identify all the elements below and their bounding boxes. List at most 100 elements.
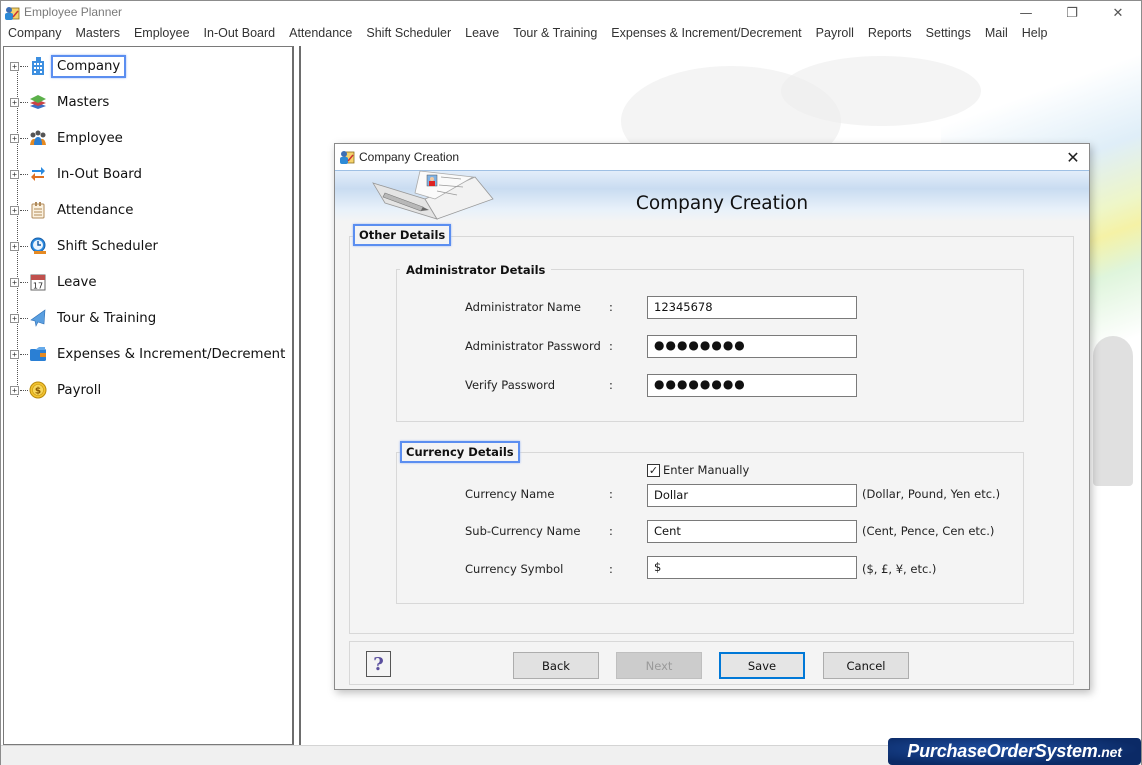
sub-currency-name-label: Sub-Currency Name — [465, 524, 581, 538]
administrator-details-legend: Administrator Details — [400, 259, 552, 281]
expand-icon[interactable]: + — [10, 313, 19, 323]
watermark-brand: PurchaseOrderSystem — [907, 741, 1098, 761]
menu-in-out-board[interactable]: In-Out Board — [197, 24, 283, 44]
app-window: Employee Planner — ❐ ✕ Company Masters E… — [0, 0, 1142, 765]
clipboard-icon — [29, 201, 47, 219]
administrator-name-input[interactable]: 12345678 — [647, 296, 857, 319]
expand-icon[interactable]: + — [10, 97, 19, 107]
enter-manually-label[interactable]: Enter Manually — [663, 463, 749, 477]
tree-connector — [20, 317, 28, 319]
tree-item-expenses[interactable]: + Expenses & Increment/Decrement — [10, 342, 291, 366]
expand-icon[interactable]: + — [10, 169, 19, 179]
tree-item-employee[interactable]: + Employee — [10, 126, 129, 150]
person-silhouette-decoration — [1093, 336, 1133, 486]
dollar-coin-icon: $ — [29, 381, 47, 399]
other-details-legend: Other Details — [353, 224, 452, 246]
tree-connector — [20, 281, 28, 283]
menu-shift-scheduler[interactable]: Shift Scheduler — [359, 24, 458, 44]
sub-currency-name-hint: (Cent, Pence, Cen etc.) — [862, 524, 995, 538]
tree-label[interactable]: Attendance — [51, 199, 139, 222]
question-mark-icon: ? — [373, 653, 384, 675]
tree-item-tour-training[interactable]: + Tour & Training — [10, 306, 162, 330]
sub-currency-name-input[interactable]: Cent — [647, 520, 857, 543]
tree-item-payroll[interactable]: + $ Payroll — [10, 378, 107, 402]
enter-manually-checkbox[interactable]: ✓ Enter Manually — [647, 463, 749, 477]
currency-symbol-input[interactable]: $ — [647, 556, 857, 579]
currency-symbol-label: Currency Symbol — [465, 562, 564, 576]
tree-connector — [20, 101, 28, 103]
close-window-button[interactable]: ✕ — [1095, 1, 1141, 25]
menu-leave[interactable]: Leave — [458, 24, 506, 44]
tree-item-masters[interactable]: + Masters — [10, 90, 115, 114]
expand-icon[interactable]: + — [10, 385, 19, 395]
tree-label[interactable]: Tour & Training — [51, 307, 162, 330]
colon: : — [609, 378, 613, 392]
colon: : — [609, 300, 613, 314]
app-title: Employee Planner — [24, 5, 123, 19]
menu-help[interactable]: Help — [1015, 24, 1055, 44]
administrator-name-label: Administrator Name — [465, 300, 581, 314]
save-button[interactable]: Save — [719, 652, 805, 679]
menu-employee[interactable]: Employee — [127, 24, 197, 44]
cancel-button[interactable]: Cancel — [823, 652, 909, 679]
dialog-close-button[interactable]: ✕ — [1059, 146, 1087, 168]
maximize-button[interactable]: ❐ — [1049, 1, 1095, 25]
menu-attendance[interactable]: Attendance — [282, 24, 359, 44]
menu-company[interactable]: Company — [1, 24, 69, 44]
tree-item-shift-scheduler[interactable]: + Shift Scheduler — [10, 234, 164, 258]
tree-item-in-out-board[interactable]: + In-Out Board — [10, 162, 148, 186]
next-button[interactable]: Next — [616, 652, 702, 679]
clock-icon — [29, 237, 47, 255]
tree-label[interactable]: Expenses & Increment/Decrement — [51, 343, 291, 366]
app-logo-icon — [5, 7, 20, 20]
dialog-banner: Company Creation — [335, 170, 1089, 222]
verify-password-input[interactable]: ●●●●●●●● — [647, 374, 857, 397]
currency-details-legend: Currency Details — [400, 441, 520, 463]
people-icon — [29, 129, 47, 147]
expand-icon[interactable]: + — [10, 61, 19, 71]
menu-tour-training[interactable]: Tour & Training — [506, 24, 604, 44]
tree-item-company[interactable]: + Company — [10, 54, 127, 78]
tree-label[interactable]: Leave — [51, 271, 103, 294]
tree-label[interactable]: Payroll — [51, 379, 107, 402]
minimize-button[interactable]: — — [1003, 1, 1049, 25]
dialog-heading: Company Creation — [335, 193, 1089, 214]
menu-mail[interactable]: Mail — [978, 24, 1015, 44]
building-icon — [29, 57, 47, 75]
expand-icon[interactable]: + — [10, 133, 19, 143]
tree-item-attendance[interactable]: + Attendance — [10, 198, 139, 222]
tree-connector — [20, 389, 28, 391]
colon: : — [609, 524, 613, 538]
administrator-password-input[interactable]: ●●●●●●●● — [647, 335, 857, 358]
tree-connector — [20, 209, 28, 211]
menu-settings[interactable]: Settings — [919, 24, 978, 44]
menu-payroll[interactable]: Payroll — [809, 24, 861, 44]
checkbox-checked-icon[interactable]: ✓ — [647, 463, 660, 477]
close-icon: ✕ — [1112, 5, 1124, 21]
tree-connector — [20, 137, 28, 139]
menu-reports[interactable]: Reports — [861, 24, 919, 44]
tree-label[interactable]: Shift Scheduler — [51, 235, 164, 258]
tree-connector — [20, 65, 28, 67]
tree-label[interactable]: Company — [51, 54, 127, 78]
layers-icon — [29, 93, 47, 111]
tree-label[interactable]: In-Out Board — [51, 163, 148, 186]
menu-masters[interactable]: Masters — [69, 24, 127, 44]
currency-name-input[interactable]: Dollar — [647, 484, 857, 507]
title-bar: Employee Planner — ❐ ✕ — [1, 1, 1141, 25]
expand-icon[interactable]: + — [10, 349, 19, 359]
expand-icon[interactable]: + — [10, 241, 19, 251]
currency-name-hint: (Dollar, Pound, Yen etc.) — [862, 487, 1001, 501]
expand-icon[interactable]: + — [10, 205, 19, 215]
help-button[interactable]: ? — [366, 651, 391, 677]
expand-icon[interactable]: + — [10, 277, 19, 287]
dialog-title: Company Creation — [359, 150, 460, 164]
menu-bar: Company Masters Employee In-Out Board At… — [1, 24, 1141, 44]
wallet-icon — [29, 345, 47, 363]
menu-expenses[interactable]: Expenses & Increment/Decrement — [604, 24, 808, 44]
tree-item-leave[interactable]: + 17 Leave — [10, 270, 103, 294]
tree-label[interactable]: Masters — [51, 91, 115, 114]
colon: : — [609, 339, 613, 353]
tree-label[interactable]: Employee — [51, 127, 129, 150]
back-button[interactable]: Back — [513, 652, 599, 679]
